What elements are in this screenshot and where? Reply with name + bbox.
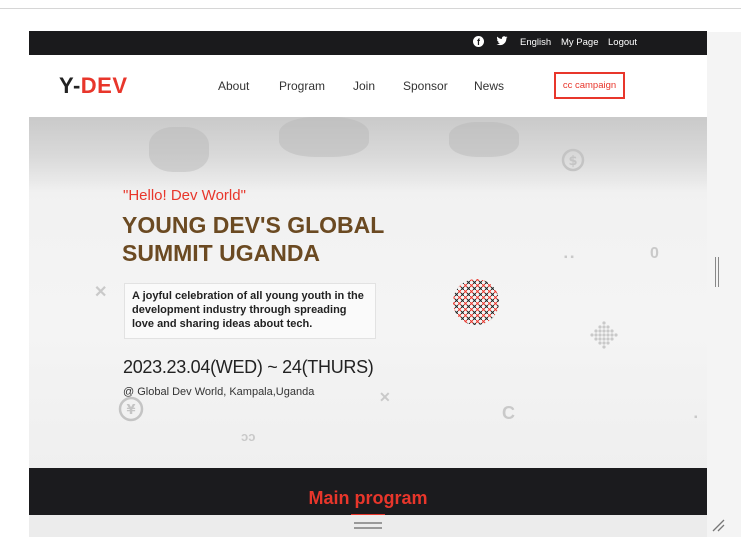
link-glyph-icon: ɔɔ (241, 429, 256, 444)
nav-news[interactable]: News (474, 79, 504, 93)
hero-greeting: "Hello! Dev World" (123, 187, 246, 204)
section-title: Main program (308, 488, 428, 508)
drag-handle-line[interactable] (354, 527, 382, 529)
facebook-icon[interactable]: f (473, 36, 484, 47)
language-link[interactable]: English (520, 37, 551, 48)
dots-icon: ▪ ▪ (564, 252, 574, 263)
right-gutter (707, 32, 741, 537)
resize-grip-icon[interactable] (711, 518, 725, 532)
x-sparkle-icon: ✕ (379, 389, 391, 405)
nav-sponsor[interactable]: Sponsor (403, 79, 448, 93)
logo-suffix: DEV (80, 73, 128, 98)
logo-prefix: Y- (59, 73, 81, 98)
hero-banner: $ ¥ 0 C ✕ ✕ ɔɔ ▪ ▪ ▪ "Hello! Dev World" … (29, 117, 707, 468)
zero-glyph-icon: 0 (650, 245, 659, 262)
hero-photo-shape (449, 122, 519, 157)
yen-coin-icon: ¥ (118, 396, 144, 422)
hero-title-line: YOUNG DEV'S GLOBAL (122, 212, 385, 238)
nav-about[interactable]: About (218, 79, 249, 93)
dots-icon: ▪ (694, 412, 698, 423)
my-page-link[interactable]: My Page (561, 37, 599, 48)
bottom-drag-strip (29, 515, 707, 537)
logout-link[interactable]: Logout (608, 37, 637, 48)
event-venue: @ Global Dev World, Kampala,Uganda (123, 386, 315, 398)
page-frame: f English My Page Logout Y-DEV About Pro… (29, 31, 707, 537)
top-utility-bar: f English My Page Logout (29, 31, 707, 55)
hero-photo-shape (279, 117, 369, 157)
x-sparkle-icon: ✕ (94, 284, 108, 301)
hero-description: A joyful celebration of all young youth … (124, 283, 376, 339)
nav-program[interactable]: Program (279, 79, 325, 93)
twitter-icon[interactable] (496, 35, 508, 47)
scrollbar-thumb[interactable] (715, 257, 719, 287)
hero-title: YOUNG DEV'S GLOBAL SUMMIT UGANDA (122, 211, 452, 267)
event-date: 2023.23.04(WED) ~ 24(THURS) (123, 357, 374, 377)
hero-background-photo (29, 117, 707, 192)
dollar-coin-icon: $ (561, 148, 585, 172)
window-top-rule (0, 8, 741, 9)
svg-text:¥: ¥ (126, 403, 135, 418)
drag-handle-line[interactable] (354, 522, 382, 524)
dotted-diamond-icon (590, 321, 618, 349)
svg-text:$: $ (568, 154, 577, 169)
cc-campaign-button[interactable]: cc campaign (554, 72, 625, 99)
site-logo[interactable]: Y-DEV (59, 73, 128, 99)
nav-join[interactable]: Join (353, 79, 375, 93)
hero-photo-shape (149, 127, 209, 172)
site-header: Y-DEV About Program Join Sponsor News cc… (29, 55, 707, 117)
hero-title-line: SUMMIT UGANDA (122, 240, 321, 266)
c-glyph-icon: C (502, 403, 515, 423)
pattern-circle-icon (453, 279, 499, 325)
